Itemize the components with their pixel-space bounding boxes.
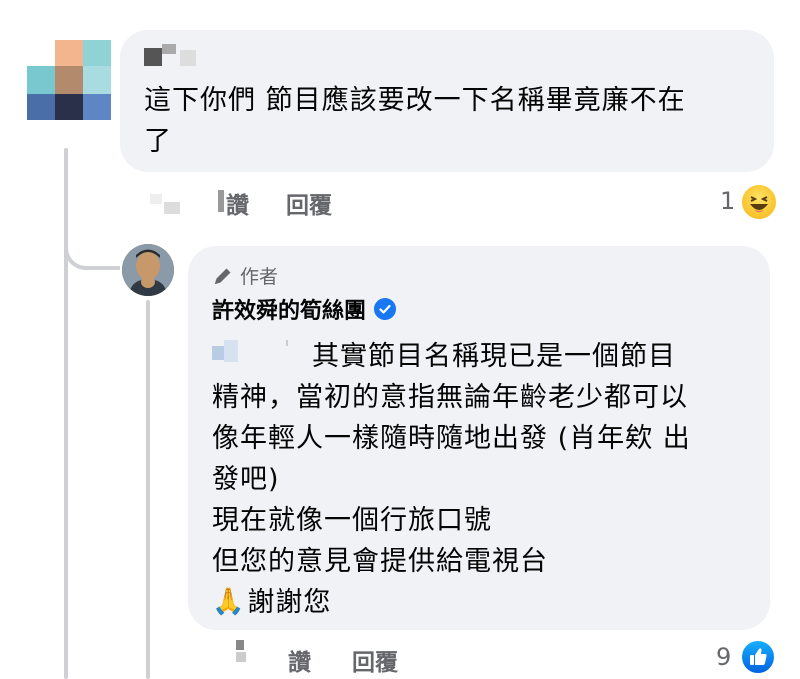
avatar[interactable] xyxy=(27,40,111,120)
blur-speck xyxy=(286,340,288,346)
comment-bubble: 這下你們 節目應該要改一下名稱畢竟廉不在 了 xyxy=(120,30,774,172)
reply-text-line: 發吧) xyxy=(212,464,280,495)
blurred-commenter-name[interactable] xyxy=(144,44,204,68)
haha-mouth xyxy=(750,204,768,210)
name-pixel xyxy=(162,44,176,54)
haha-eye xyxy=(750,196,758,202)
reply-text-line: 精神，當初的意指無論年齡老少都可以 xyxy=(212,382,688,413)
page-name-label[interactable]: 許效舜的筍絲團 xyxy=(212,293,366,325)
avatar-pixel xyxy=(27,94,55,120)
mention-pixel xyxy=(224,340,238,362)
like-icon[interactable] xyxy=(740,639,776,675)
reply-text-line: 但您的意見會提供給電視台 xyxy=(212,546,548,577)
haha-face-svg xyxy=(750,196,768,212)
comment-text-line: 了 xyxy=(144,126,172,157)
reaction-count[interactable]: 1 xyxy=(720,187,735,215)
mention-pixel xyxy=(212,346,224,360)
reply-action-button[interactable]: 回覆 xyxy=(352,643,398,677)
avatar-pixel xyxy=(27,66,55,94)
reaction-count[interactable]: 9 xyxy=(716,643,731,671)
blurred-timestamp xyxy=(236,640,248,664)
timestamp-pixel xyxy=(164,202,180,214)
verified-badge-icon xyxy=(374,298,397,320)
thumbs-up-svg xyxy=(750,648,767,665)
timestamp-pixel xyxy=(236,640,244,650)
avatar-pixel xyxy=(83,94,111,120)
author-badge: 作者 xyxy=(212,262,278,289)
check-path xyxy=(379,304,391,314)
avatar-pixel xyxy=(27,40,55,66)
pray-emoji-icon: 🙏 xyxy=(212,587,246,617)
reply-text-line: 其實節目名稱現已是一個節目 xyxy=(312,341,676,372)
like-action-button[interactable]: 讚 xyxy=(226,186,249,220)
blur-mark xyxy=(218,190,224,212)
avatar-face xyxy=(136,252,160,280)
haha-tongue xyxy=(754,210,764,212)
timestamp-pixel xyxy=(236,652,246,662)
avatar-portrait-svg xyxy=(122,244,174,296)
reply-text-line: 像年輕人一樣隨時隨地出發 (肖年欸 出 xyxy=(212,423,691,454)
blurred-timestamp xyxy=(150,188,190,218)
avatar-pixel xyxy=(55,94,83,120)
reply-thread-line xyxy=(146,300,150,679)
avatar-pixel xyxy=(83,66,111,94)
author-badge-label: 作者 xyxy=(240,266,279,288)
avatar-pixel xyxy=(55,66,83,94)
thumb-base xyxy=(750,655,754,665)
name-pixel xyxy=(144,48,162,66)
page-avatar[interactable] xyxy=(122,244,174,296)
pen-icon xyxy=(215,268,231,284)
thumb-hand xyxy=(755,648,767,665)
name-pixel xyxy=(180,50,196,66)
haha-icon[interactable] xyxy=(740,183,778,221)
check-icon xyxy=(379,304,391,314)
reply-action-button[interactable]: 回覆 xyxy=(286,186,332,220)
reply-text-line: 現在就像一個行旅口號 xyxy=(212,505,492,536)
haha-eye xyxy=(760,196,768,202)
page-name[interactable]: 許效舜的筍絲團 xyxy=(212,293,397,325)
reply-text-line-last: 🙏 謝謝您 xyxy=(212,582,331,623)
reply-thanks-text: 謝謝您 xyxy=(247,587,332,618)
like-action-button[interactable]: 讚 xyxy=(288,643,311,677)
comment-text-line: 這下你們 節目應該要改一下名稱畢竟廉不在 xyxy=(144,85,686,116)
thread-elbow xyxy=(64,212,120,270)
avatar-pixel xyxy=(83,40,111,66)
blurred-mention[interactable] xyxy=(212,340,252,370)
avatar-hands xyxy=(141,276,155,288)
timestamp-pixel xyxy=(150,194,162,204)
avatar-pixel xyxy=(55,40,83,66)
